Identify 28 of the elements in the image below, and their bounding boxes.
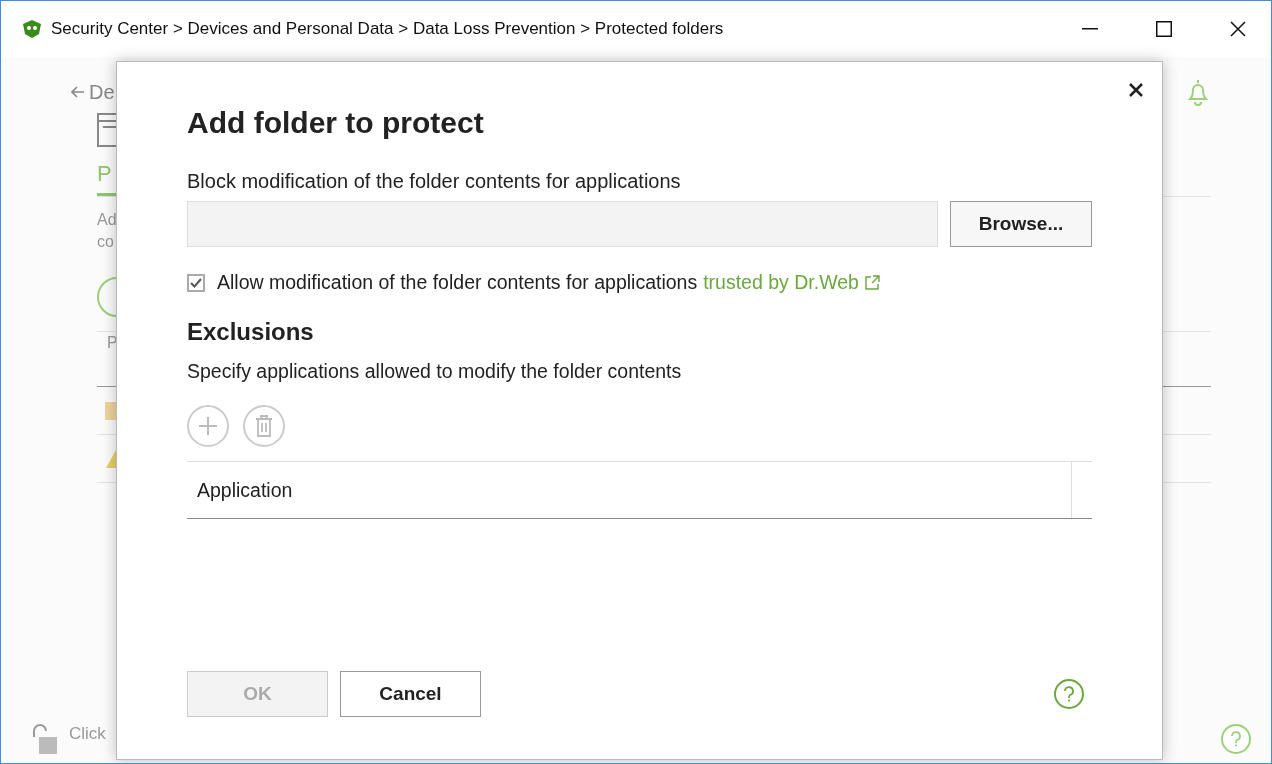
section-hint: Specify applications allowed to modify the folder contents <box>187 360 683 383</box>
back-arrow-icon[interactable] <box>71 86 85 98</box>
help-icon[interactable] <box>1221 724 1251 754</box>
cancel-button[interactable]: Cancel <box>340 671 481 717</box>
trash-icon <box>255 415 273 437</box>
description-text: Ad <box>97 210 117 230</box>
minimize-icon <box>1082 28 1098 30</box>
footer-text: Click <box>69 723 106 745</box>
close-icon <box>1230 21 1246 37</box>
checkbox[interactable] <box>187 273 205 292</box>
description-text: co <box>97 232 114 252</box>
window-title: Security Center > Devices and Personal Data > Data Loss Prevention > Protected folders <box>51 19 725 39</box>
browse-button[interactable]: Browse... <box>950 201 1092 247</box>
checkbox-label: Allow modification of the folder contents for applications <box>217 271 698 294</box>
plus-icon <box>198 416 218 436</box>
trusted-link[interactable]: trusted by Dr.Web <box>703 271 880 294</box>
padlock-icon[interactable] <box>31 723 59 755</box>
help-icon[interactable] <box>1054 679 1084 709</box>
back-link[interactable]: De <box>89 80 115 104</box>
folder-path-field[interactable] <box>187 201 938 247</box>
external-link-icon <box>864 275 880 290</box>
bell-icon[interactable] <box>1185 78 1211 106</box>
maximize-icon <box>1156 21 1172 37</box>
dialog-title: Add folder to protect <box>187 106 485 140</box>
field-label: Block modification of the folder contents for applications <box>187 170 682 193</box>
column-header: Application <box>187 462 1072 518</box>
app-logo-icon <box>21 19 43 39</box>
section-title: Exclusions <box>187 318 315 346</box>
